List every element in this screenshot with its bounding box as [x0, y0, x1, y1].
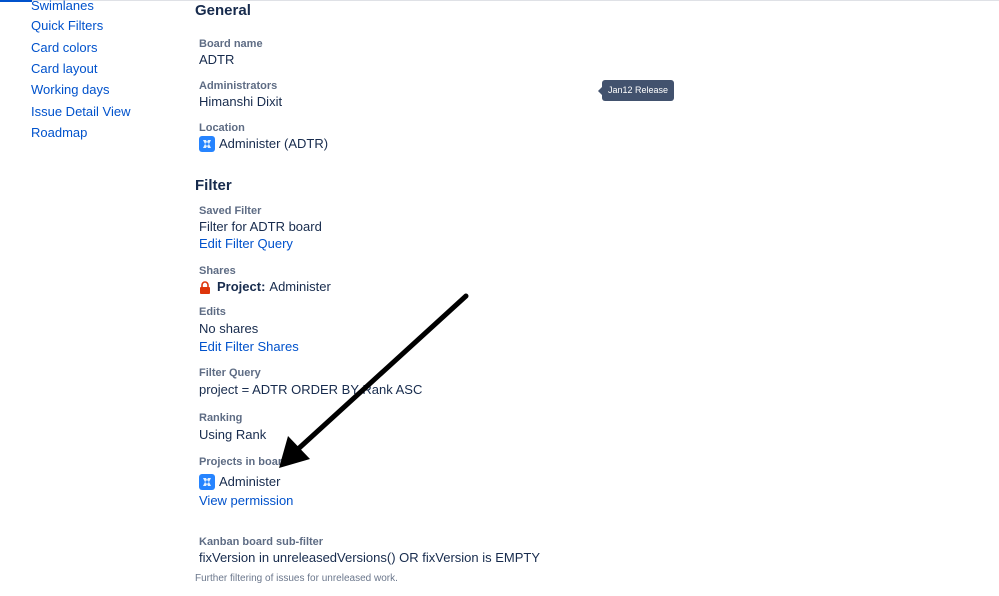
general-section-title: General: [195, 2, 251, 19]
active-tab-indicator: [0, 0, 32, 2]
shares-project-name: Administer: [269, 279, 331, 294]
projects-in-board-value: Administer: [199, 474, 280, 490]
edits-label: Edits: [199, 306, 226, 318]
kanban-subfilter-value: fixVersion in unreleasedVersions() OR fi…: [199, 550, 541, 565]
sidebar-item-roadmap[interactable]: Roadmap: [31, 125, 87, 141]
shares-value: Project: Administer: [199, 279, 331, 295]
ranking-label: Ranking: [199, 412, 243, 424]
filter-section-title: Filter: [195, 177, 232, 194]
sidebar-item-card-layout[interactable]: Card layout: [31, 61, 97, 77]
location-label: Location: [199, 122, 245, 134]
filter-query-label: Filter Query: [199, 367, 261, 379]
shares-project-prefix: Project:: [217, 279, 266, 294]
project-name: Administer: [219, 474, 281, 489]
project-avatar-icon: [199, 474, 215, 490]
board-name-label: Board name: [199, 38, 263, 50]
shares-label: Shares: [199, 265, 236, 277]
location-value: Administer (ADTR): [199, 136, 328, 152]
kanban-subfilter-description: Further filtering of issues for unreleas…: [195, 573, 398, 584]
location-text: Administer (ADTR): [219, 136, 329, 151]
sidebar-item-working-days[interactable]: Working days: [31, 82, 110, 98]
sidebar-item-card-colors[interactable]: Card colors: [31, 40, 97, 56]
edit-filter-shares-link[interactable]: Edit Filter Shares: [199, 339, 299, 355]
release-tooltip: Jan12 Release: [598, 80, 674, 101]
lock-icon: [199, 280, 211, 294]
saved-filter-label: Saved Filter: [199, 205, 262, 217]
edits-value: No shares: [199, 321, 259, 336]
annotation-arrow: [279, 293, 469, 468]
filter-query-value: project = ADTR ORDER BY Rank ASC: [199, 382, 423, 397]
kanban-subfilter-label: Kanban board sub-filter: [199, 536, 324, 548]
sidebar-item-quick-filters[interactable]: Quick Filters: [31, 18, 103, 34]
annotation-arrow-shaft: [294, 293, 469, 453]
sidebar-item-issue-detail-view[interactable]: Issue Detail View: [31, 104, 130, 120]
board-name-value: ADTR: [199, 52, 235, 67]
saved-filter-value: Filter for ADTR board: [199, 219, 322, 234]
top-divider: [0, 0, 999, 1]
view-permission-link[interactable]: View permission: [199, 493, 293, 509]
sidebar-item-swimlanes[interactable]: Swimlanes: [31, 0, 94, 14]
project-avatar-icon: [199, 136, 215, 152]
edit-filter-query-link[interactable]: Edit Filter Query: [199, 236, 293, 252]
administrators-label: Administrators: [199, 80, 278, 92]
ranking-value: Using Rank: [199, 427, 267, 442]
administrators-value: Himanshi Dixit: [199, 94, 283, 109]
projects-in-board-label: Projects in board: [199, 456, 289, 468]
